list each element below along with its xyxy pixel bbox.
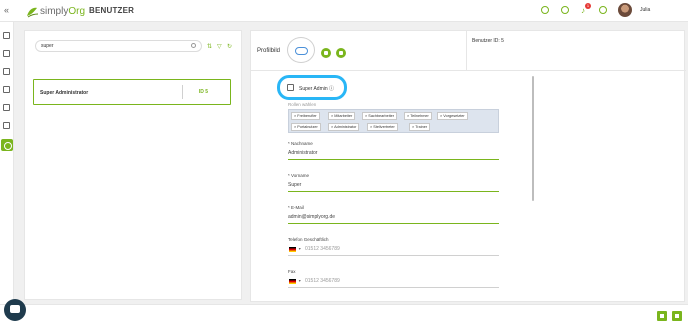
chevron-down-icon[interactable]: ▼ [298,279,301,283]
role-chip[interactable]: × Sachbearbeiter [362,112,398,120]
search-icon[interactable] [191,43,196,48]
collapse-sidebar-icon[interactable]: « [4,5,9,15]
scrollbar[interactable] [532,76,534,201]
chevron-down-icon[interactable]: ▼ [298,247,301,251]
role-chip[interactable]: × Vorgesetzter [437,112,468,120]
top-bar: « simplyOrg BENUTZER ♪ 1 Julia [0,0,688,22]
profile-picture[interactable] [287,37,315,63]
list-item[interactable]: Super Administrator ID 5 [33,79,231,105]
user-form: Super Admin ⓘ Rollen wählen × Freiberufl… [251,72,686,302]
role-chip[interactable]: × Stellvertreter [367,123,398,131]
book-icon[interactable] [3,50,10,57]
user-list-panel: ⇅ ▽ ↻ Super Administrator ID 5 [24,30,242,300]
refresh-icon[interactable]: ↻ [227,43,232,50]
delete-picture-button[interactable] [336,48,346,58]
benutzer-id: Benutzer ID: 5 [472,38,504,44]
clock-icon[interactable] [561,6,569,14]
help-icon[interactable] [599,6,607,14]
user-detail-panel: Profilbild Benutzer ID: 5 Super Admin ⓘ … [250,30,686,302]
megaphone-icon[interactable] [3,104,10,111]
email-field[interactable]: admin@simplyorg.de [288,214,335,220]
role-chip[interactable]: × Freiberufler [291,112,320,120]
report-icon[interactable] [3,122,10,129]
german-flag-icon[interactable] [289,247,296,252]
nachname-underline [288,159,499,160]
vorname-field[interactable]: Super [288,182,301,188]
logo-text: simplyOrg [40,6,86,17]
vorname-underline [288,191,499,192]
bottom-bar [0,304,688,326]
filter-icon[interactable]: ▽ [217,43,222,50]
lightbulb-icon[interactable] [541,6,549,14]
fax-underline [288,287,499,288]
telefon-underline [288,255,499,256]
fax-field[interactable]: 01512 3456789 [305,278,340,284]
role-chip[interactable]: × Mitarbeiter [328,112,356,120]
role-chip[interactable]: × Administrator [328,123,360,131]
sort-icon[interactable]: ⇅ [207,43,212,50]
upload-cloud-icon [295,47,308,55]
users-icon[interactable] [1,139,13,151]
edit-picture-button[interactable] [321,48,331,58]
nachname-field[interactable]: Administrator [288,150,317,156]
search-input[interactable] [35,40,202,52]
list-item-id: ID 5 [182,85,224,99]
role-chip[interactable]: × Portalnutzer [291,123,321,131]
detail-header: Profilbild Benutzer ID: 5 [251,31,686,71]
user-name[interactable]: Julia [640,7,650,13]
chat-icon[interactable] [4,299,26,321]
calendar-icon[interactable] [3,86,10,93]
avatar[interactable] [618,3,632,17]
nachname-label: * Nachname [288,141,313,146]
notification-badge: 1 [585,3,591,9]
email-label: * E-Mail [288,205,304,210]
page-title: BENUTZER [89,6,135,15]
building-icon[interactable] [3,68,10,75]
fax-label: Fax [288,269,296,274]
highlight-annotation [277,75,347,100]
profile-picture-label: Profilbild [257,48,281,54]
logo-mark-icon [27,7,39,17]
dashboard-icon[interactable] [3,32,10,39]
telefon-field[interactable]: 01512 3456789 [305,246,340,252]
roles-select[interactable]: × Freiberufler × Mitarbeiter × Sachbearb… [288,109,499,133]
roles-label: Rollen wählen [288,102,317,107]
list-item-name: Super Administrator [40,90,89,96]
vorname-label: * Vorname [288,173,310,178]
telefon-label: Telefon Geschäftlich [288,237,329,242]
side-nav [0,22,14,326]
email-underline [288,223,499,224]
cancel-button[interactable] [657,311,667,321]
role-chip[interactable]: × Trainer [409,123,431,131]
header-divider [466,31,467,71]
logo[interactable]: simplyOrg [25,3,85,20]
save-button[interactable] [672,311,682,321]
german-flag-icon[interactable] [289,279,296,284]
role-chip[interactable]: × Teilnehmer [404,112,432,120]
